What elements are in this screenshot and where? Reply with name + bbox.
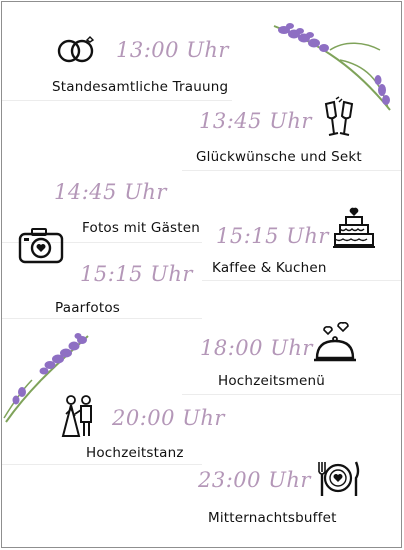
event-time: 15:15 Uhr (216, 224, 329, 248)
divider (202, 280, 401, 281)
event-label: Hochzeitsmenü (218, 373, 326, 389)
event-label: Standesamtliche Trauung (52, 79, 229, 95)
event-time: 13:45 Uhr (199, 109, 312, 133)
event-label: Hochzeitstanz (86, 445, 184, 461)
event-label: Paarfotos (55, 300, 121, 316)
divider (2, 318, 202, 319)
event-label: Kaffee & Kuchen (212, 260, 327, 276)
wedding-rings-icon (56, 36, 98, 64)
event-time: 15:15 Uhr (80, 262, 193, 286)
event-label: Mitternachtsbuffet (208, 510, 337, 526)
camera-icon (18, 226, 64, 264)
champagne-toast-icon (320, 96, 358, 140)
wedding-couple-icon (58, 394, 100, 440)
event-label: Fotos mit Gästen (82, 220, 201, 236)
event-time: 23:00 Uhr (198, 468, 311, 492)
divider (182, 394, 401, 395)
divider (2, 100, 232, 101)
wedding-cake-icon (332, 204, 376, 250)
wedding-schedule-page: 13:00 Uhr Standesamtliche Trauung 13:45 … (1, 1, 402, 548)
divider (2, 464, 202, 465)
cloche-hearts-icon (312, 322, 358, 364)
divider (182, 170, 401, 171)
plate-cutlery-icon (314, 458, 362, 498)
event-time: 18:00 Uhr (200, 336, 313, 360)
event-label: Glückwünsche und Sekt (196, 149, 362, 165)
event-time: 14:45 Uhr (54, 180, 167, 204)
event-time: 20:00 Uhr (112, 406, 225, 430)
event-time: 13:00 Uhr (116, 38, 229, 62)
